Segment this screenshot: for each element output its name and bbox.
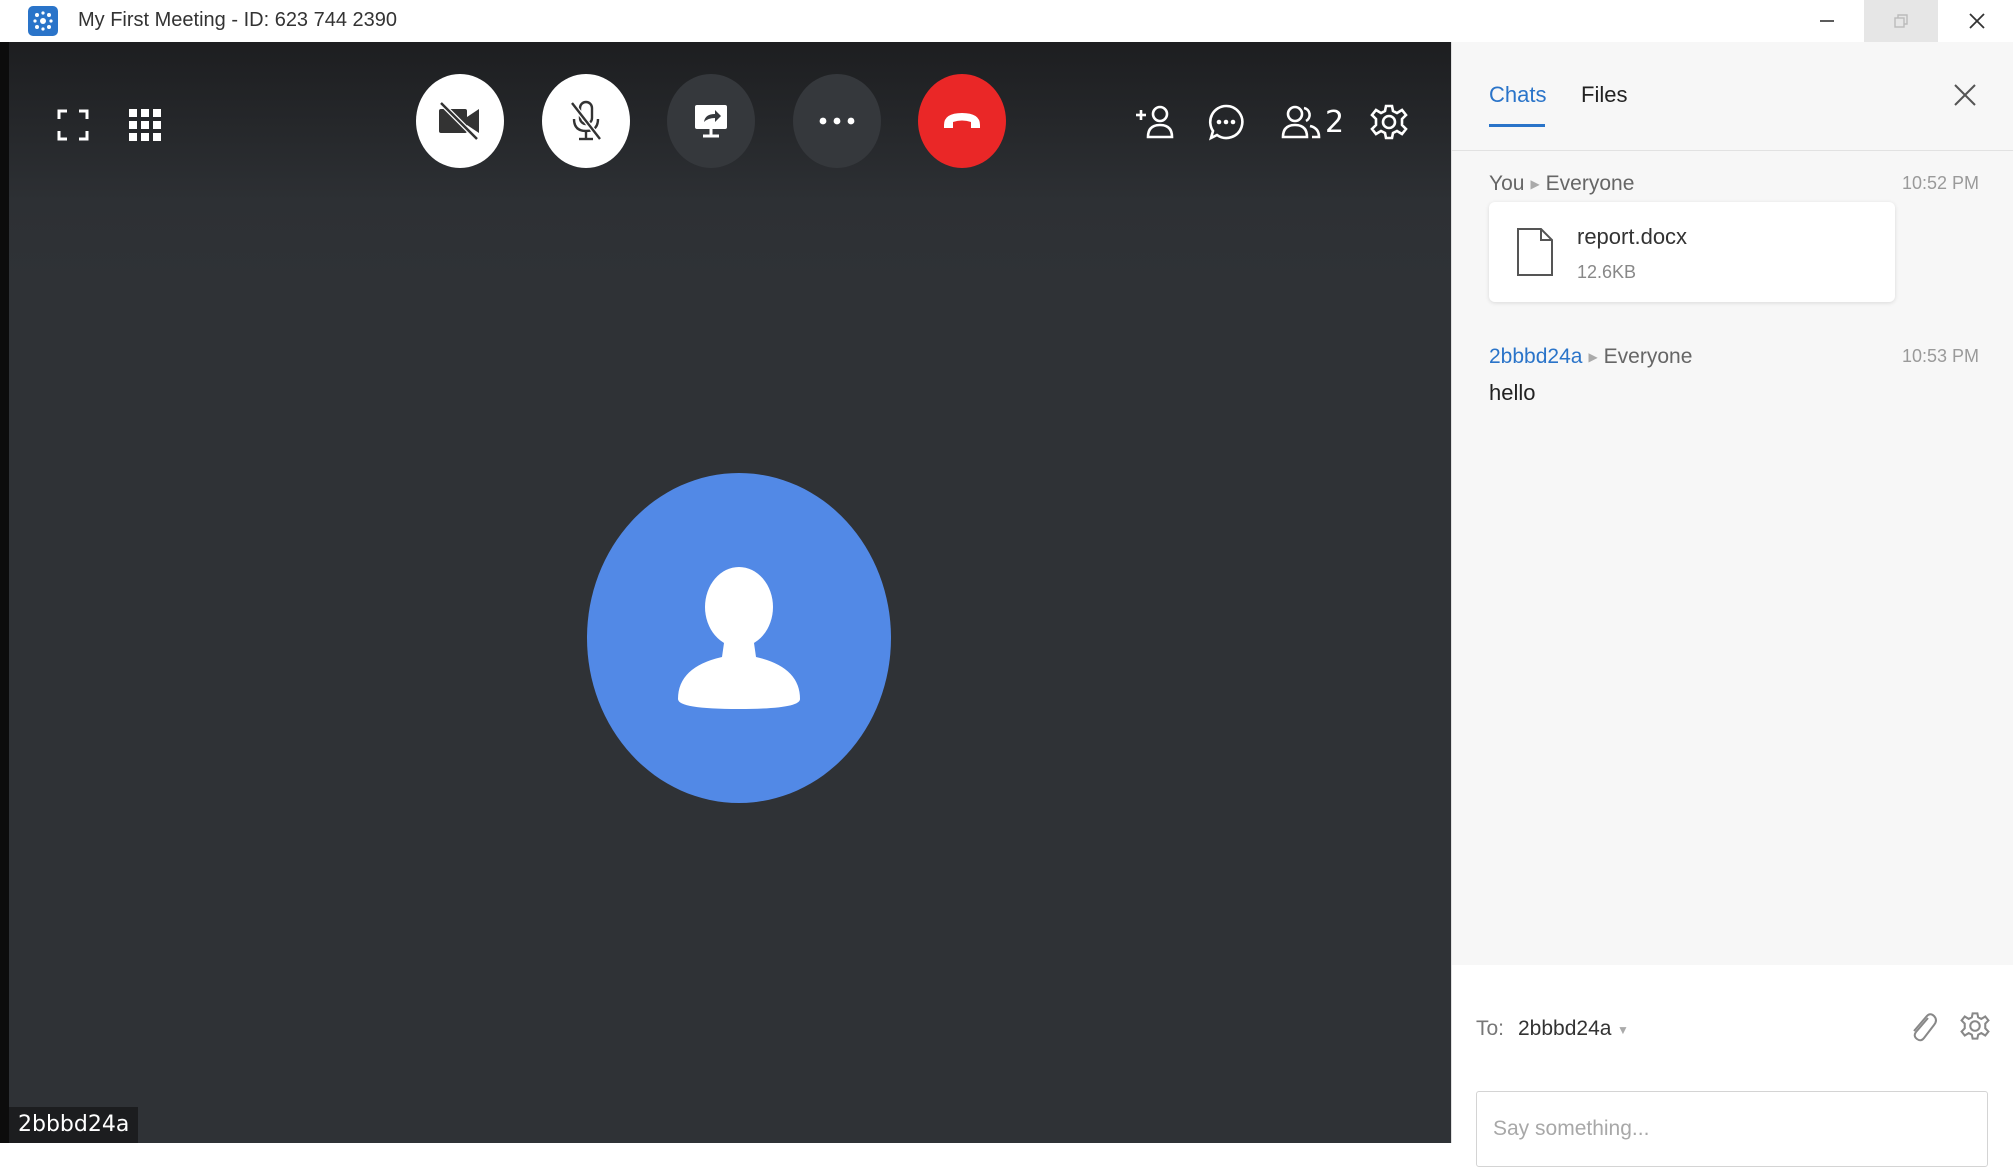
chat-button[interactable] — [1203, 99, 1249, 145]
chevron-down-icon[interactable]: ▼ — [1617, 1023, 1629, 1037]
add-participant-icon — [1136, 105, 1174, 139]
settings-icon — [1370, 104, 1408, 140]
file-attachment-card[interactable]: report.docx 12.6KB — [1489, 202, 1895, 302]
message-input[interactable] — [1476, 1091, 1988, 1167]
window-title: My First Meeting - ID: 623 744 2390 — [78, 9, 398, 31]
paperclip-icon — [1913, 1013, 1937, 1042]
compose-area: To: 2bbbd24a ▼ — [1452, 965, 2013, 1167]
add-participant-button[interactable] — [1132, 99, 1178, 145]
file-size: 12.6KB — [1577, 262, 1637, 282]
chat-panel: Chats Files You ▶ Everyone 10:52 PM report… — [1451, 42, 2013, 1167]
video-off-icon — [439, 101, 479, 141]
document-icon — [1515, 227, 1555, 282]
tab-chats[interactable]: Chats — [1489, 82, 1546, 108]
participant-count: 2 — [1325, 104, 1345, 140]
chat-panel-header: Chats Files — [1452, 42, 2013, 151]
grid-view-button[interactable] — [123, 103, 167, 147]
close-panel-button[interactable] — [1950, 80, 1980, 110]
arrow-icon: ▶ — [1588, 350, 1598, 365]
participant-name-tag: 2bbbd24a — [9, 1107, 139, 1143]
video-area: 2 — [9, 42, 1451, 1143]
participants-icon — [1281, 105, 1321, 139]
message-time: 10:53 PM — [1902, 346, 1980, 366]
participant-avatar — [587, 473, 891, 803]
settings-button[interactable] — [1366, 99, 1412, 145]
settings-icon — [1960, 1012, 1990, 1040]
close-icon — [1969, 13, 1985, 29]
mute-button[interactable] — [542, 74, 630, 168]
app-logo-icon — [28, 6, 58, 36]
fullscreen-button[interactable] — [51, 103, 95, 147]
restore-button[interactable] — [1864, 0, 1938, 42]
video-toggle-button[interactable] — [416, 74, 504, 168]
close-icon — [1954, 84, 1976, 106]
file-name: report.docx — [1577, 224, 1688, 249]
grid-view-icon — [129, 109, 161, 141]
message-time: 10:52 PM — [1902, 173, 1980, 193]
recipient-dropdown[interactable]: 2bbbd24a — [1518, 1017, 1611, 1041]
chat-settings-button[interactable] — [1960, 1011, 1990, 1046]
minimize-button[interactable] — [1790, 0, 1864, 42]
recipient-label: To: — [1476, 1017, 1505, 1040]
chat-icon — [1208, 104, 1244, 141]
message-sender[interactable]: 2bbbd24a — [1489, 345, 1582, 368]
fullscreen-icon — [57, 109, 89, 141]
message-recipient: Everyone — [1603, 345, 1693, 368]
message-recipient: Everyone — [1545, 172, 1635, 195]
arrow-icon: ▶ — [1530, 177, 1540, 192]
tab-files[interactable]: Files — [1581, 82, 1627, 108]
message-sender: You — [1489, 172, 1525, 195]
title-bar: My First Meeting - ID: 623 744 2390 — [0, 0, 2013, 42]
active-tab-indicator — [1489, 124, 1545, 127]
end-call-button[interactable] — [918, 74, 1006, 168]
mic-off-icon — [570, 100, 602, 141]
window-border — [0, 42, 9, 1143]
message-header: You ▶ Everyone — [1489, 172, 1634, 196]
restore-icon — [1894, 14, 1908, 28]
more-icon — [819, 117, 855, 125]
share-screen-button[interactable] — [667, 74, 755, 168]
minimize-icon — [1820, 20, 1834, 22]
message-text: hello — [1489, 380, 1536, 405]
share-screen-icon — [695, 105, 727, 138]
attach-file-button[interactable] — [1908, 1010, 1938, 1049]
more-options-button[interactable] — [793, 74, 881, 168]
message-header: 2bbbd24a ▶ Everyone — [1489, 345, 1692, 369]
participants-button[interactable]: 2 — [1281, 99, 1355, 145]
close-window-button[interactable] — [1940, 0, 2013, 42]
end-call-icon — [944, 113, 980, 128]
user-silhouette-icon — [678, 567, 800, 709]
